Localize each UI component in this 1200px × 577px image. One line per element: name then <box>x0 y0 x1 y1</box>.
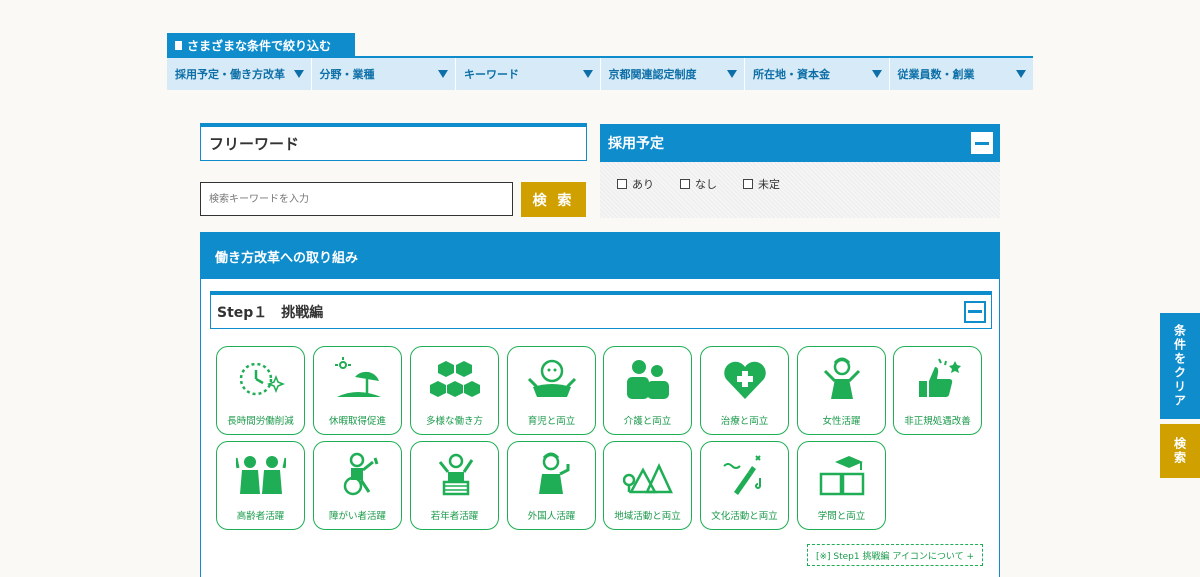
recruit-option-no[interactable]: なし <box>680 176 717 192</box>
mountains-icon <box>623 463 673 494</box>
icon-label: 多様な働き方 <box>425 416 483 427</box>
recruit-option-yes[interactable]: あり <box>617 176 654 192</box>
category-kyoto-cert[interactable]: 京都関連認定制度 <box>601 58 745 90</box>
icon-label: 障がい者活躍 <box>328 511 386 522</box>
checkbox[interactable] <box>680 179 690 189</box>
icon-label: 地域活動と両立 <box>614 511 681 522</box>
category-label: 分野・業種 <box>319 68 375 81</box>
collapse-button[interactable] <box>971 132 993 154</box>
graduation-book-icon <box>819 456 865 496</box>
icon-label: 外国人活躍 <box>527 511 576 522</box>
category-label: 京都関連認定制度 <box>608 68 697 81</box>
side-search-button[interactable]: 検索 <box>1160 424 1200 478</box>
category-label: 従業員数・創業 <box>897 68 975 81</box>
icon-card-diverse-work[interactable]: 多様な働き方 <box>410 346 499 435</box>
woman-icon <box>823 357 861 399</box>
child-icon <box>527 359 577 397</box>
checkbox[interactable] <box>743 179 753 189</box>
category-location-capital[interactable]: 所在地・資本金 <box>745 58 890 90</box>
icon-card-academics[interactable]: 学問と両立 <box>797 441 886 530</box>
clock-icon <box>239 362 286 396</box>
icon-label: 介護と両立 <box>623 416 672 427</box>
freeword-title: フリーワード <box>200 123 587 161</box>
minus-icon <box>968 310 982 313</box>
category-label: キーワード <box>464 68 519 81</box>
thumbs-up-icon <box>919 358 961 397</box>
beach-umbrella-icon <box>335 357 381 397</box>
icon-label: 非正規処遇改善 <box>904 416 971 427</box>
recruit-header: 採用予定 <box>600 124 1000 162</box>
triangle-down-icon <box>582 70 593 78</box>
icon-card-culture[interactable]: 文化活動と両立 <box>700 441 789 530</box>
clear-conditions-button[interactable]: 条件をクリア <box>1160 313 1200 419</box>
triangle-down-icon <box>1016 70 1026 78</box>
icon-label: 文化活動と両立 <box>711 511 778 522</box>
caregiver-icon <box>627 360 669 399</box>
brush-icon <box>723 455 761 495</box>
recruit-option-undecided[interactable]: 未定 <box>743 176 780 192</box>
collapse-button[interactable] <box>964 300 986 323</box>
step-title: Step１ 挑戦編 <box>217 304 324 321</box>
youth-icon <box>438 453 474 496</box>
icon-label: 長時間労働削減 <box>227 416 294 427</box>
checkbox[interactable] <box>617 179 627 189</box>
icon-label: 休暇取得促進 <box>328 416 386 427</box>
hexagons-icon <box>430 361 480 397</box>
minus-icon <box>975 141 989 145</box>
icon-card-disabled[interactable]: 障がい者活躍 <box>313 441 402 530</box>
foreigner-icon <box>539 452 570 494</box>
category-label: 採用予定・働き方改革 <box>175 68 285 81</box>
icon-card-vacation[interactable]: 休暇取得促進 <box>313 346 402 435</box>
icon-label: 若年者活躍 <box>430 511 479 522</box>
work-reform-panel: 働き方改革への取り組み Step１ 挑戦編 長時間労働削減 休暇取得促進 多様な… <box>200 232 1000 577</box>
option-label: あり <box>632 178 654 191</box>
icon-card-youth[interactable]: 若年者活躍 <box>410 441 499 530</box>
square-icon <box>175 40 182 50</box>
triangle-down-icon <box>438 70 448 78</box>
about-icons-link[interactable]: [※] Step1 挑戦編 アイコンについて + <box>807 544 983 566</box>
triangle-down-icon <box>727 70 737 78</box>
recruit-options: あり なし 未定 <box>600 162 1000 218</box>
icon-card-community[interactable]: 地域活動と両立 <box>603 441 692 530</box>
icon-card-foreigners[interactable]: 外国人活躍 <box>507 441 596 530</box>
icon-card-women[interactable]: 女性活躍 <box>797 346 886 435</box>
icon-card-nursing[interactable]: 介護と両立 <box>603 346 692 435</box>
search-button[interactable]: 検 索 <box>521 182 586 217</box>
search-input[interactable] <box>200 182 513 216</box>
icon-label: 治療と両立 <box>720 416 769 427</box>
seniors-icon <box>236 456 286 494</box>
step-header: Step１ 挑戦編 <box>210 291 992 329</box>
filter-tab-label: さまざまな条件で絞り込む <box>187 38 332 53</box>
triangle-down-icon <box>871 70 882 78</box>
filter-tab: さまざまな条件で絞り込む <box>167 33 355 57</box>
wheelchair-icon <box>343 452 379 496</box>
recruit-title: 採用予定 <box>608 136 664 152</box>
icon-card-non-regular[interactable]: 非正規処遇改善 <box>893 346 982 435</box>
icon-label: 女性活躍 <box>822 416 861 427</box>
category-recruit-work[interactable]: 採用予定・働き方改革 <box>167 58 312 90</box>
work-reform-title: 働き方改革への取り組み <box>201 233 999 279</box>
icon-card-seniors[interactable]: 高齢者活躍 <box>216 441 305 530</box>
category-bar: 採用予定・働き方改革 分野・業種 キーワード 京都関連認定制度 所在地・資本金 … <box>167 56 1033 90</box>
option-label: 未定 <box>758 178 780 191</box>
option-label: なし <box>695 178 717 191</box>
category-field-industry[interactable]: 分野・業種 <box>312 58 456 90</box>
category-employees-founded[interactable]: 従業員数・創業 <box>890 58 1034 90</box>
icon-label: 高齢者活躍 <box>236 511 285 522</box>
category-keyword[interactable]: キーワード <box>456 58 601 90</box>
heart-cross-icon <box>724 361 766 399</box>
icon-card-long-hours[interactable]: 長時間労働削減 <box>216 346 305 435</box>
triangle-down-icon <box>293 70 304 78</box>
icon-label: 育児と両立 <box>527 416 576 427</box>
icon-card-medical[interactable]: 治療と両立 <box>700 346 789 435</box>
icon-card-childcare[interactable]: 育児と両立 <box>507 346 596 435</box>
icon-label: 学問と両立 <box>817 511 866 522</box>
category-label: 所在地・資本金 <box>753 68 830 81</box>
